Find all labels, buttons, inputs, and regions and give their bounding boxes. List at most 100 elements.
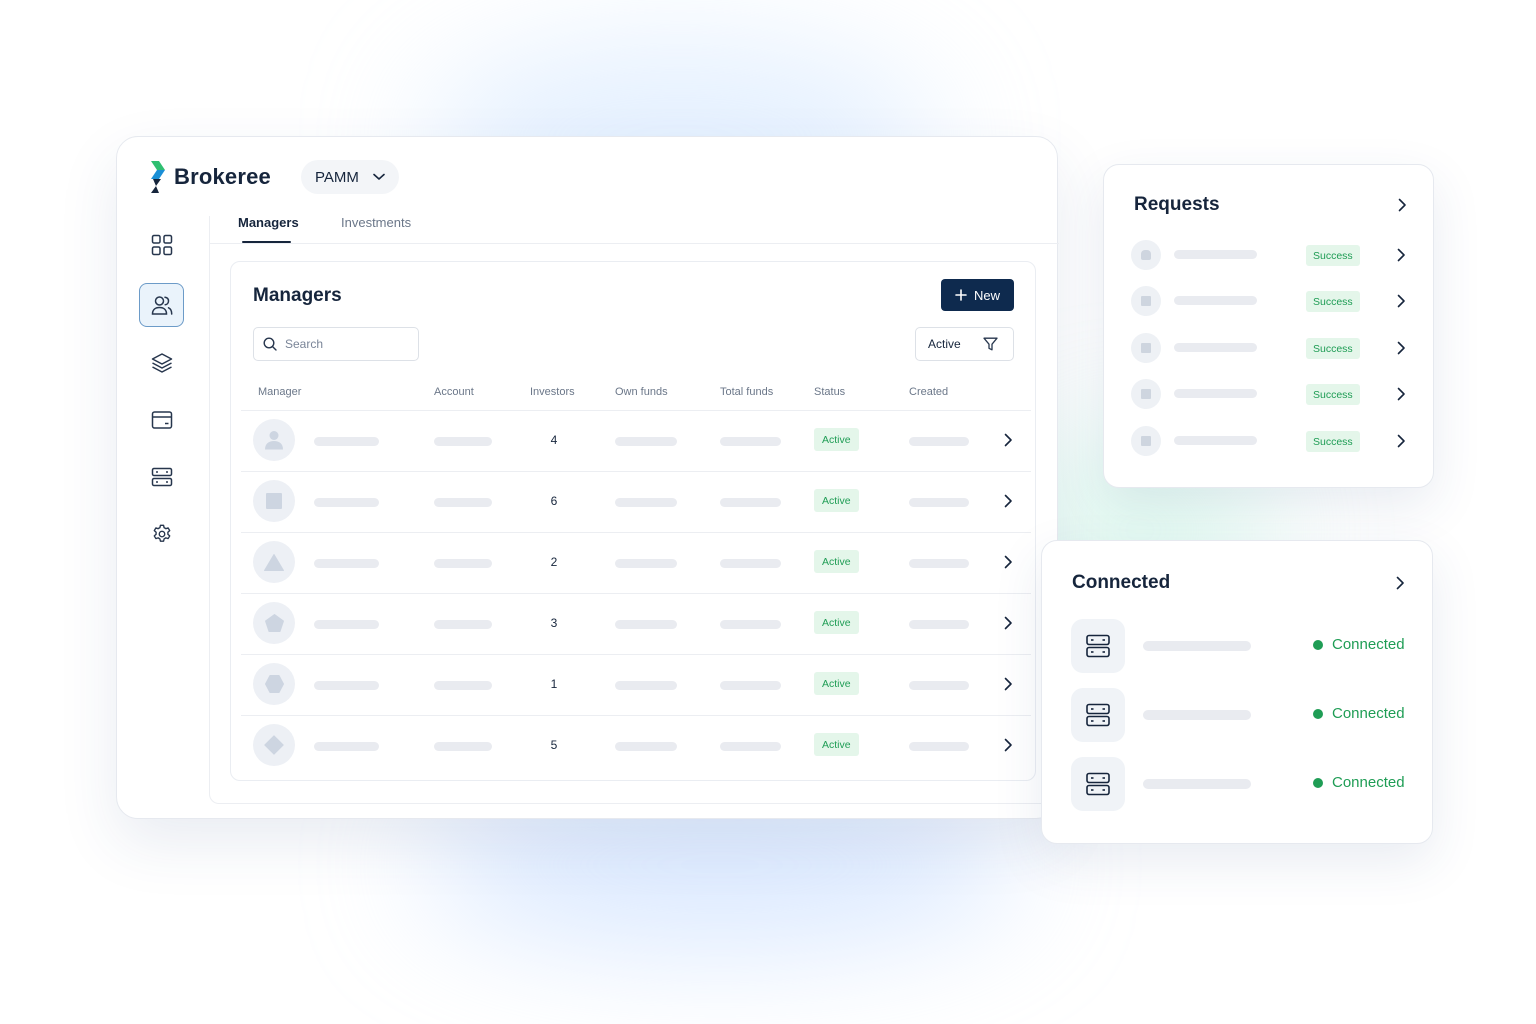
search-input[interactable] xyxy=(285,337,405,351)
brokeree-logo-icon xyxy=(151,161,165,193)
chevron-right-icon[interactable] xyxy=(1004,494,1013,508)
request-item[interactable]: Success xyxy=(1130,377,1412,411)
account-placeholder xyxy=(434,498,492,507)
request-item[interactable]: Success xyxy=(1130,331,1412,365)
status-dot-icon xyxy=(1313,708,1323,719)
chevron-right-icon[interactable] xyxy=(1004,555,1013,569)
chevron-right-icon[interactable] xyxy=(1397,294,1406,308)
connection-item[interactable]: Connected xyxy=(1071,688,1406,742)
manager-name-placeholder xyxy=(314,742,379,751)
server-icon xyxy=(1086,772,1110,796)
col-header-total-funds[interactable]: Total funds xyxy=(720,386,773,398)
sidebar-item-layers[interactable] xyxy=(139,341,184,385)
card-icon xyxy=(151,411,172,429)
pentagon-shape-icon xyxy=(264,614,284,632)
col-header-status[interactable]: Status xyxy=(814,386,845,398)
request-item[interactable]: Success xyxy=(1130,238,1412,272)
sidebar-item-payments[interactable] xyxy=(139,398,184,442)
avatar xyxy=(253,602,295,644)
product-selector[interactable]: PAMM xyxy=(301,160,399,194)
request-status-badge: Success xyxy=(1306,384,1360,405)
account-placeholder xyxy=(434,742,492,751)
tab-managers[interactable]: Managers xyxy=(238,215,299,230)
connection-item[interactable]: Connected xyxy=(1071,619,1406,673)
connection-status: Connected xyxy=(1313,705,1405,722)
table-row[interactable]: 2 Active xyxy=(241,532,1031,593)
request-avatar xyxy=(1131,240,1161,270)
col-header-account[interactable]: Account xyxy=(434,386,474,398)
chevron-right-icon[interactable] xyxy=(1004,738,1013,752)
request-name-placeholder xyxy=(1174,250,1257,259)
sidebar-item-managers[interactable] xyxy=(139,283,184,327)
request-avatar xyxy=(1131,426,1161,456)
server-icon xyxy=(151,467,172,487)
status-filter-label: Active xyxy=(928,337,961,351)
chevron-right-icon[interactable] xyxy=(1397,248,1406,262)
status-badge: Active xyxy=(814,550,859,573)
table-row[interactable]: 1 Active xyxy=(241,654,1031,715)
account-placeholder xyxy=(434,681,492,690)
avatar xyxy=(253,541,295,583)
connection-status: Connected xyxy=(1313,636,1405,653)
table-row[interactable]: 5 Active xyxy=(241,715,1031,776)
connection-status-label: Connected xyxy=(1332,705,1405,722)
request-item[interactable]: Success xyxy=(1130,284,1412,318)
table-row[interactable]: 6 Active xyxy=(241,471,1031,532)
investors-count: 2 xyxy=(550,555,558,569)
tab-investments[interactable]: Investments xyxy=(341,215,411,230)
connection-status-label: Connected xyxy=(1332,636,1405,653)
status-dot-icon xyxy=(1313,639,1323,650)
manager-name-placeholder xyxy=(314,620,379,629)
investors-count: 1 xyxy=(550,677,558,691)
server-icon xyxy=(1086,703,1110,727)
search-box[interactable] xyxy=(253,327,419,361)
sidebar-item-dashboard[interactable] xyxy=(139,223,184,267)
table-row[interactable]: 4 Active xyxy=(241,410,1031,471)
brand-logo[interactable]: Brokeree xyxy=(149,161,271,193)
connection-server-tile xyxy=(1071,619,1125,673)
requests-open-chevron-icon[interactable] xyxy=(1398,198,1407,212)
chevron-right-icon[interactable] xyxy=(1004,433,1013,447)
sidebar-item-settings[interactable] xyxy=(139,512,184,556)
chevron-right-icon[interactable] xyxy=(1397,387,1406,401)
col-header-own-funds[interactable]: Own funds xyxy=(615,386,668,398)
request-avatar xyxy=(1131,333,1161,363)
col-header-created[interactable]: Created xyxy=(909,386,948,398)
chevron-down-icon xyxy=(373,173,385,180)
investors-count: 4 xyxy=(550,433,558,447)
chevron-right-icon[interactable] xyxy=(1397,434,1406,448)
avatar xyxy=(253,419,295,461)
manager-name-placeholder xyxy=(314,437,379,446)
square-shape-icon xyxy=(266,493,282,509)
created-placeholder xyxy=(909,620,969,629)
sidebar-item-servers[interactable] xyxy=(139,455,184,499)
requests-title: Requests xyxy=(1134,194,1220,215)
connection-item[interactable]: Connected xyxy=(1071,757,1406,811)
request-name-placeholder xyxy=(1174,343,1257,352)
requests-card: Requests Success Success Success Success… xyxy=(1103,164,1434,488)
created-placeholder xyxy=(909,559,969,568)
new-button-label: New xyxy=(973,287,1000,303)
table-row[interactable]: 3 Active xyxy=(241,593,1031,654)
manager-name-placeholder xyxy=(314,559,379,568)
request-status-badge: Success xyxy=(1306,291,1360,312)
col-header-manager[interactable]: Manager xyxy=(258,386,301,398)
connection-server-tile xyxy=(1071,757,1125,811)
status-filter[interactable]: Active xyxy=(915,327,1014,361)
chevron-right-icon[interactable] xyxy=(1397,341,1406,355)
request-avatar xyxy=(1131,286,1161,316)
new-manager-button[interactable]: New xyxy=(941,279,1014,311)
tab-divider xyxy=(209,243,1059,244)
chevron-right-icon[interactable] xyxy=(1004,677,1013,691)
own-funds-placeholder xyxy=(615,620,677,629)
chevron-right-icon[interactable] xyxy=(1004,616,1013,630)
request-item[interactable]: Success xyxy=(1130,424,1412,458)
avatar xyxy=(253,663,295,705)
search-icon xyxy=(263,337,277,351)
status-badge: Active xyxy=(814,489,859,512)
col-header-investors[interactable]: Investors xyxy=(530,386,575,398)
connected-open-chevron-icon[interactable] xyxy=(1396,576,1405,590)
total-funds-placeholder xyxy=(720,559,781,568)
own-funds-placeholder xyxy=(615,681,677,690)
investors-count: 3 xyxy=(550,616,558,630)
